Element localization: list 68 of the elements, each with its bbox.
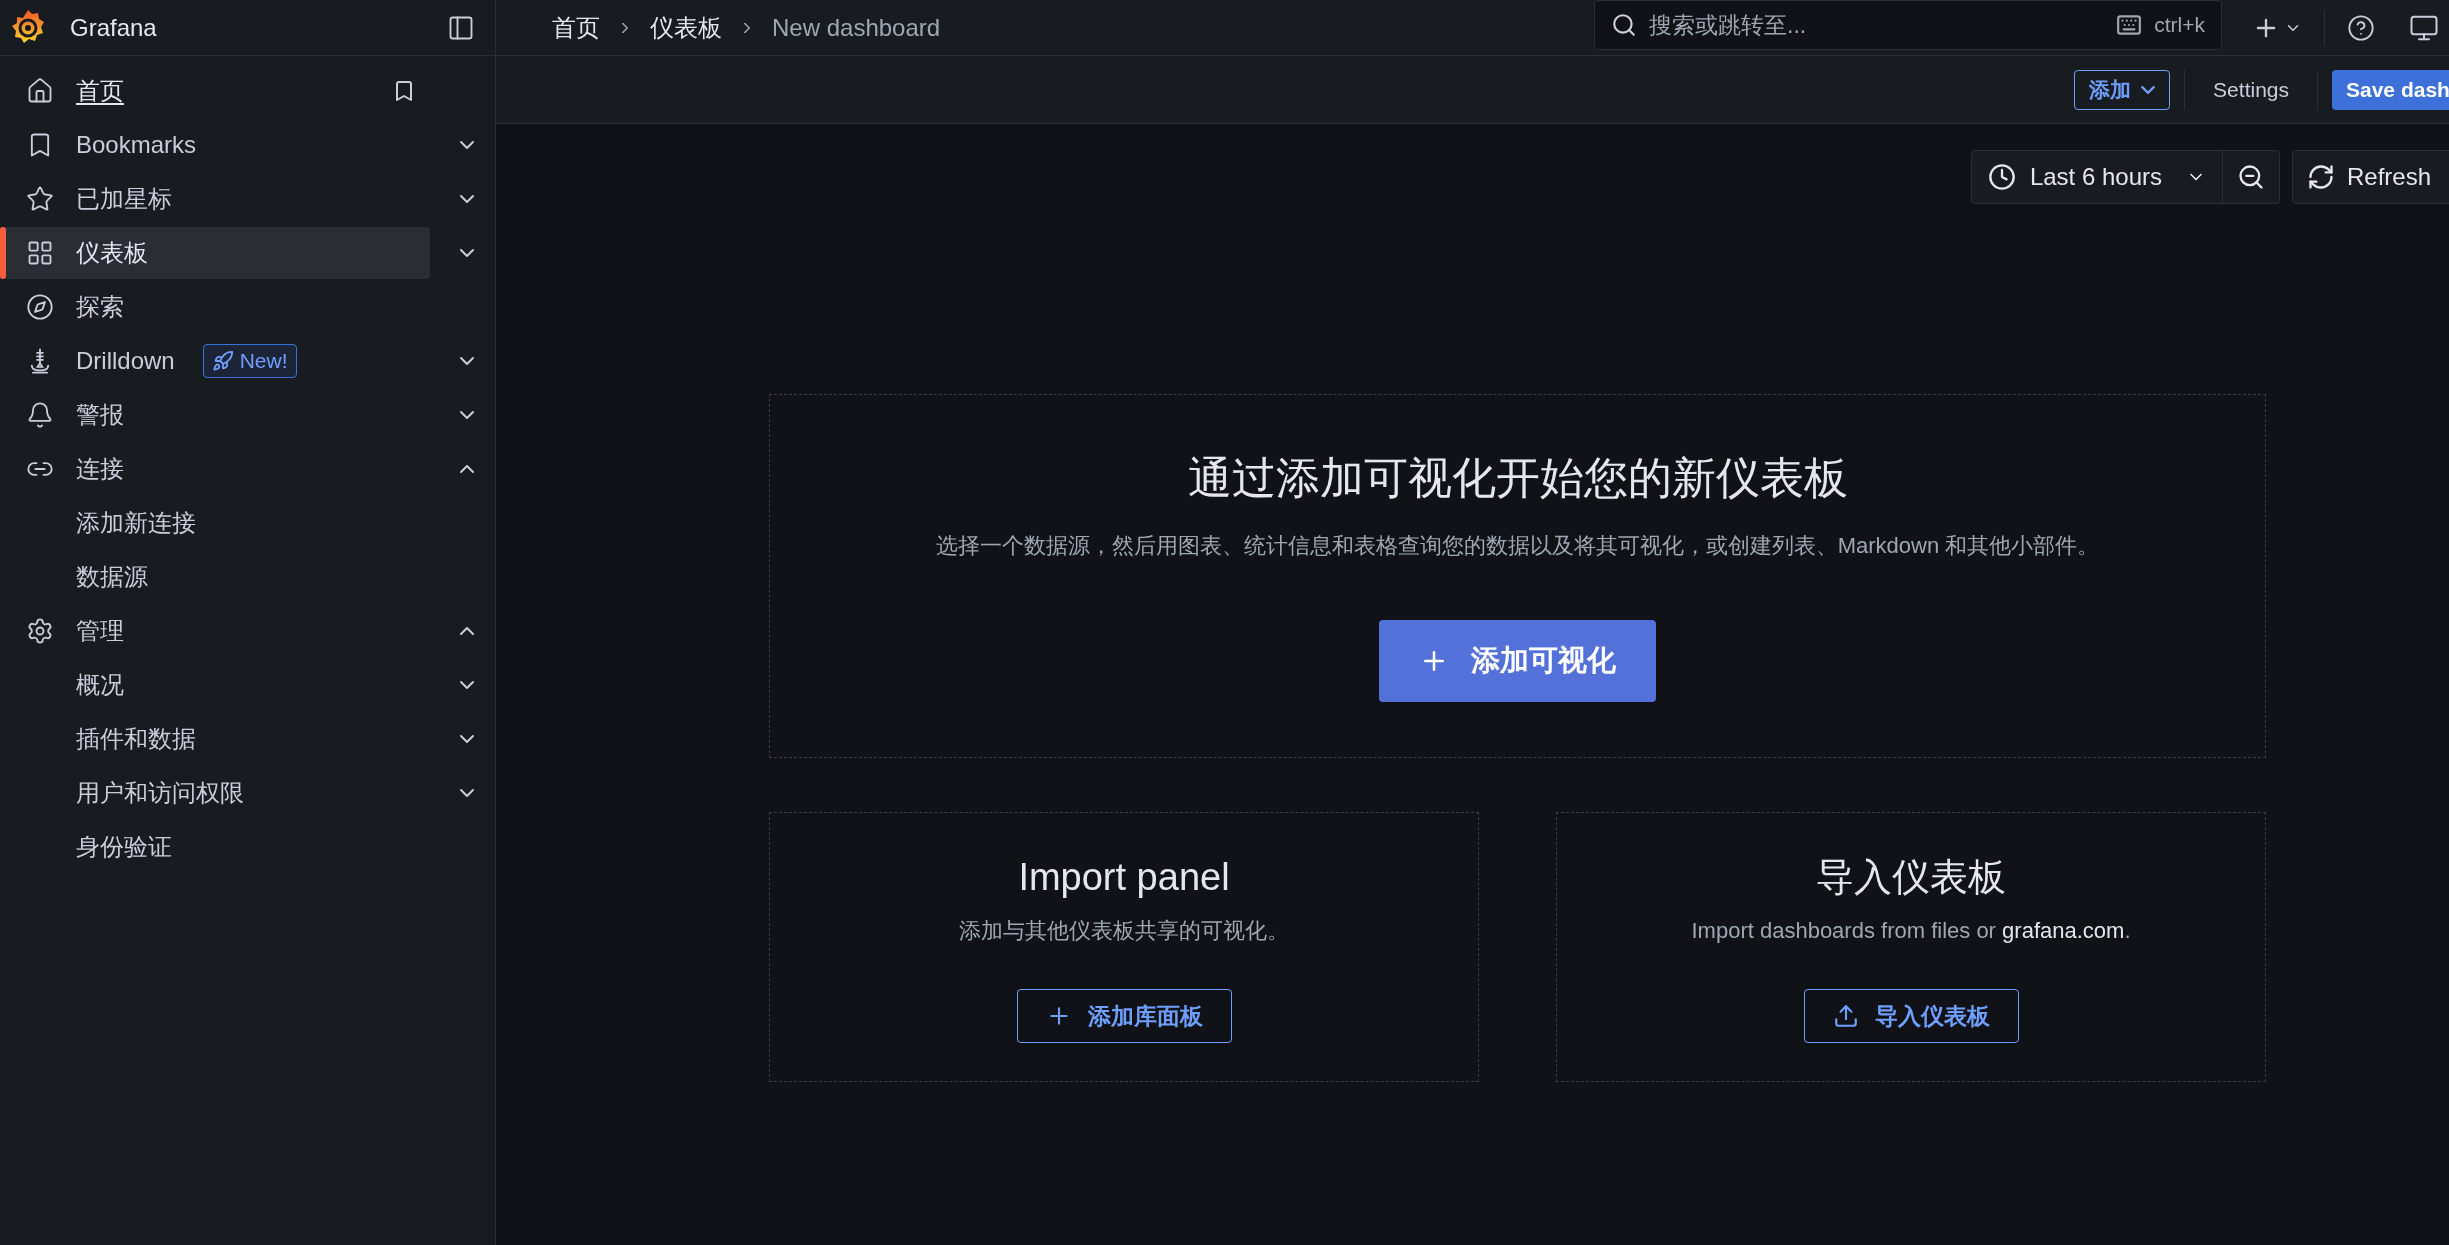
- nav-item[interactable]: 仪表板: [0, 227, 430, 279]
- nav-label[interactable]: 管理: [76, 613, 124, 649]
- keyboard-icon: [2116, 12, 2143, 38]
- nav-label[interactable]: 已加星标: [76, 181, 172, 217]
- nav-item[interactable]: Bookmarks: [0, 119, 430, 171]
- nav-label[interactable]: 探索: [76, 289, 124, 325]
- nav-label[interactable]: 添加新连接: [76, 505, 196, 541]
- nav-label[interactable]: 首页: [76, 73, 124, 109]
- nav-label[interactable]: 插件和数据: [76, 721, 196, 757]
- settings-button[interactable]: Settings: [2199, 69, 2303, 110]
- add-visualization-button[interactable]: 添加可视化: [1379, 620, 1656, 702]
- app-name: Grafana: [70, 12, 157, 43]
- shortcut-hint: ctrl+k: [2154, 12, 2205, 39]
- nav-label[interactable]: 警报: [76, 397, 124, 433]
- zoom-out-icon: [2237, 163, 2265, 191]
- refresh-icon: [2307, 163, 2335, 191]
- home-icon: [26, 77, 54, 105]
- search-field[interactable]: 搜索或跳转至...: [1649, 7, 2105, 43]
- card-title: 导入仪表板: [1816, 855, 2006, 900]
- help-icon[interactable]: [2347, 13, 2375, 42]
- nav-item[interactable]: 已加星标: [0, 173, 430, 225]
- nav-item[interactable]: 管理: [0, 605, 430, 657]
- card-description: 添加与其他仪表板共享的可视化。: [959, 917, 1289, 945]
- nav-item[interactable]: 用户和访问权限: [0, 767, 430, 819]
- add-button[interactable]: 添加: [2074, 69, 2171, 110]
- search-icon: [1611, 12, 1637, 38]
- nav-item[interactable]: Drilldown New!: [0, 335, 430, 387]
- save-button[interactable]: Save dash: [2332, 69, 2449, 110]
- nav-item[interactable]: 身份验证: [0, 821, 430, 873]
- nav-item[interactable]: 概况: [0, 659, 430, 711]
- bell-icon: [26, 401, 54, 429]
- breadcrumb[interactable]: 首页: [552, 9, 600, 46]
- breadcrumb[interactable]: New dashboard: [772, 9, 941, 46]
- nav-item[interactable]: 警报: [0, 389, 430, 441]
- nav-label[interactable]: 仪表板: [76, 235, 148, 271]
- grafana-link[interactable]: grafana.com: [2002, 918, 2125, 943]
- star-icon: [26, 185, 54, 213]
- add-library-panel-button[interactable]: 添加库面板: [1016, 989, 1232, 1043]
- import-dashboard-button[interactable]: 导入仪表板: [1803, 989, 2019, 1043]
- compass-icon: [26, 293, 54, 321]
- rocket-icon: [211, 350, 234, 372]
- nav-label[interactable]: Bookmarks: [76, 127, 197, 163]
- refresh-button[interactable]: Refresh: [2292, 150, 2449, 204]
- gear-icon: [26, 617, 54, 645]
- upload-icon: [1832, 1003, 1859, 1029]
- clock-icon: [1987, 163, 2016, 191]
- empty-state-title: 通过添加可视化开始您的新仪表板: [1187, 452, 1848, 504]
- nav-item[interactable]: 首页: [0, 65, 430, 117]
- search-bar[interactable]: 搜索或跳转至... ctrl+k: [1594, 0, 2222, 50]
- nav-label[interactable]: 身份验证: [76, 829, 172, 865]
- breadcrumb[interactable]: 仪表板: [650, 9, 722, 46]
- nav-item[interactable]: 探索: [0, 281, 430, 333]
- card-title: Import panel: [1018, 855, 1230, 900]
- nav-label[interactable]: 用户和访问权限: [76, 775, 244, 811]
- card-description: Import dashboards from files or grafana.com.: [1691, 917, 2131, 945]
- empty-state-description: 选择一个数据源，然后用图表、统计信息和表格查询您的数据以及将其可视化，或创建列表、Markdown 和其他小部件。: [935, 532, 2100, 560]
- nav-label[interactable]: Drilldown: [76, 343, 175, 379]
- nav-label[interactable]: 概况: [76, 667, 124, 703]
- active-indicator: [0, 227, 6, 279]
- nav-item[interactable]: 插件和数据: [0, 713, 430, 765]
- nav-item[interactable]: 添加新连接: [0, 497, 430, 549]
- nav-item[interactable]: 连接: [0, 443, 430, 495]
- nav-item[interactable]: 数据源: [0, 551, 430, 603]
- nav-label[interactable]: 数据源: [76, 559, 148, 595]
- badge-label: New!: [239, 348, 288, 375]
- chevron-down-icon: [2141, 85, 2156, 94]
- nav-label[interactable]: 连接: [76, 451, 124, 487]
- grid-icon: [26, 239, 54, 267]
